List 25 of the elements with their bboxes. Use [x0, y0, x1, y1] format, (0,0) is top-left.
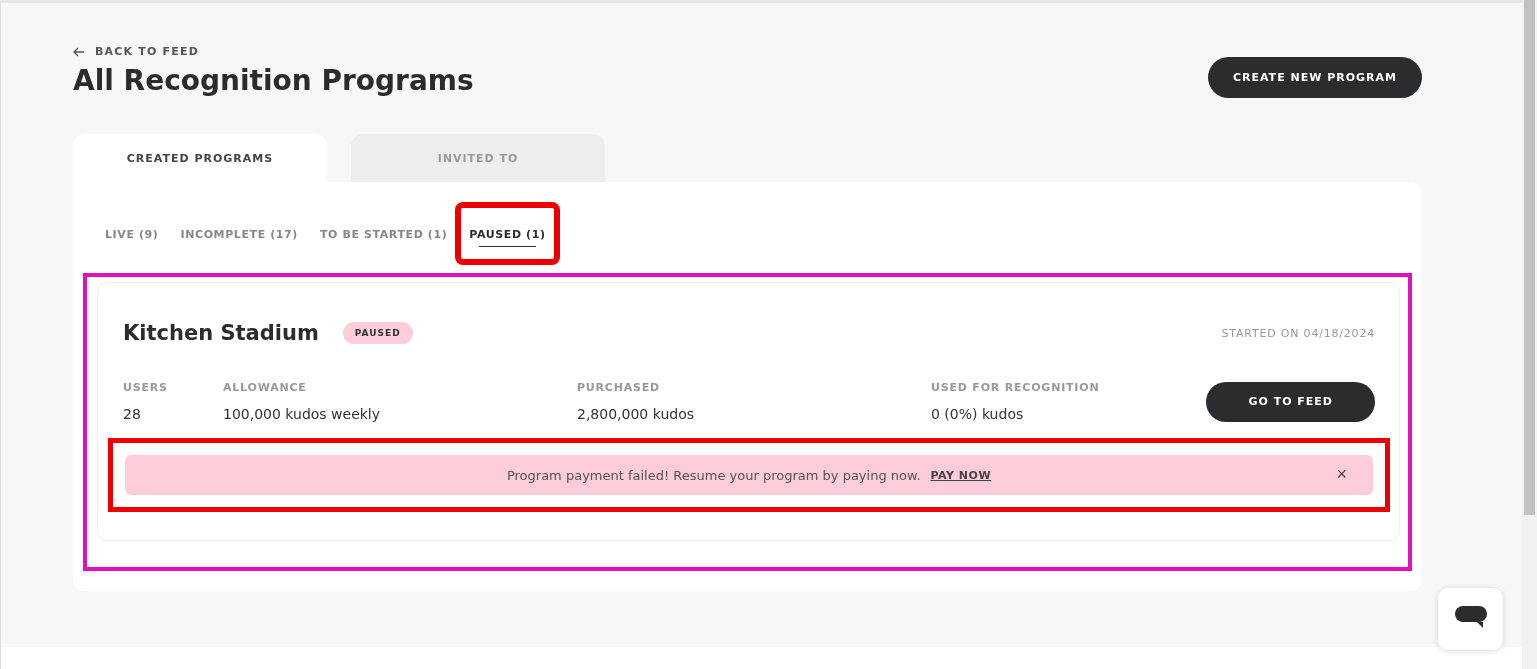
back-arrow-icon — [73, 46, 85, 57]
stat-value: 0 (0%) kudos — [931, 406, 1025, 422]
status-badge: PAUSED — [342, 322, 413, 344]
alert-message: Program payment failed! Resume your program by paying now. — [506, 467, 921, 483]
stat-label: USERS — [123, 381, 169, 394]
filter-tab[interactable]: LIVE (9) — [95, 206, 169, 261]
start-date: STARTED ON 04/18/2024 — [1221, 326, 1375, 340]
pay-now-link[interactable]: PAY NOW — [930, 468, 992, 482]
stat-label: ALLOWANCE — [223, 381, 308, 394]
create-program-button[interactable]: CREATE NEW PROGRAM — [1207, 57, 1422, 98]
stat-value: 28 — [123, 406, 142, 422]
stat-value: 2,800,000 kudos — [577, 406, 695, 422]
filter-tab[interactable]: INCOMPLETE (17) — [170, 206, 308, 261]
stat-value: 100,000 kudos weekly — [223, 406, 382, 422]
chat-button[interactable] — [1438, 588, 1503, 650]
page-title: All Recognition Programs — [73, 64, 474, 97]
stat-label: USED FOR RECOGNITION — [931, 381, 1101, 394]
stat-label: PURCHASED — [577, 381, 662, 394]
close-button[interactable]: × — [1336, 464, 1347, 484]
back-link[interactable]: BACK TO FEED — [73, 45, 474, 58]
scrollbar-thumb[interactable] — [1524, 0, 1535, 515]
go-to-feed-button[interactable]: GO TO FEED — [1206, 381, 1375, 422]
program-name: Kitchen Stadium — [123, 321, 319, 345]
filter-tab[interactable]: TO BE STARTED (1) — [309, 206, 458, 261]
tab[interactable]: CREATED PROGRAMS — [73, 134, 327, 182]
